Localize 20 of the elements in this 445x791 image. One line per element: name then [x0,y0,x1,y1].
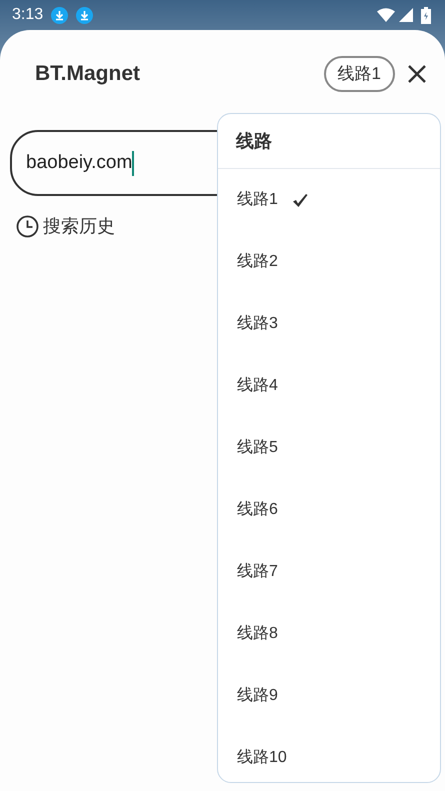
app-title: BT.Magnet [35,61,141,88]
menu-item[interactable]: 线路4 [218,355,282,417]
menu-item[interactable]: 线路10 [218,727,291,782]
menu-item[interactable]: 线路2 [218,231,282,293]
menu-item[interactable]: 线路8 [218,603,282,665]
status-time: 3:13 [12,5,44,25]
menu-item[interactable]: 线路6 [218,479,282,541]
download-icon [51,6,68,24]
battery-icon [421,6,431,24]
search-history-link[interactable]: 搜索历史 [43,213,115,240]
menu-item[interactable]: 线路9 [218,665,282,727]
download-icon [76,6,94,24]
wifi-icon [377,8,395,22]
clock-icon [16,215,39,238]
menu-item[interactable]: 线路7 [218,541,282,603]
signal-icon [399,8,413,22]
menu-item[interactable]: 线路3 [218,293,282,355]
route-button[interactable]: 线路1 [324,56,395,92]
menu-title: 线路 [236,131,272,151]
menu-item[interactable]: 线路5 [218,417,282,479]
